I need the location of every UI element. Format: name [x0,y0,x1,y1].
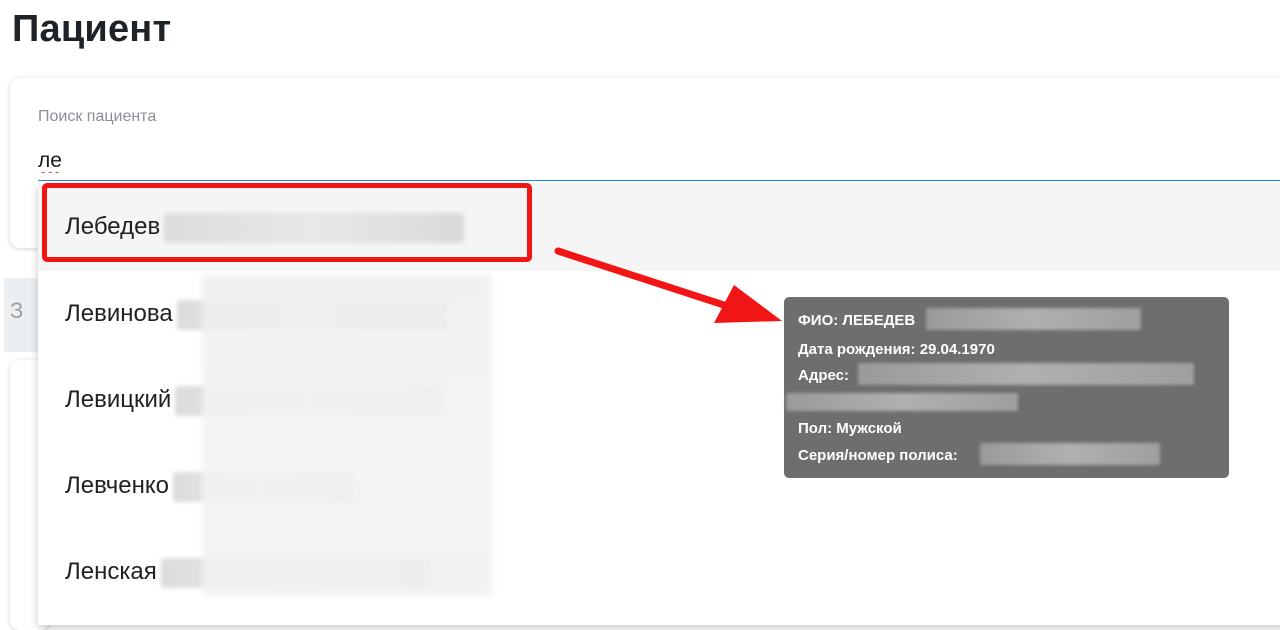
search-label: Поиск пациента [38,108,157,125]
redacted-policy [980,443,1160,465]
suggestion-surname: Ленская [65,558,157,585]
tooltip-policy: Серия/номер полиса: [798,447,958,464]
redacted-fio [926,308,1141,330]
background-tab-text: З [10,298,24,323]
tooltip-gender: Пол: Мужской [798,420,902,437]
suggestion-surname: Левченко [65,472,169,499]
arrow-right-icon [554,247,782,323]
suggestion-surname: Левинова [65,300,173,327]
redacted-address-line-2 [786,393,1018,411]
tooltip-birth-date: Дата рождения: 29.04.1970 [798,341,995,358]
redacted-address [858,363,1194,385]
redaction-blur-area [202,275,492,595]
patient-info-tooltip: ФИО: ЛЕБЕДЕВ Дата рождения: 29.04.1970 А… [784,297,1229,478]
page-title: Пациент [12,8,172,50]
annotation-highlight-box [42,183,532,262]
suggestion-surname: Левицкий [65,386,172,413]
tooltip-fio: ФИО: ЛЕБЕДЕВ [798,312,916,329]
tooltip-address: Адрес: [798,367,849,384]
patient-search-input[interactable] [38,142,1280,181]
